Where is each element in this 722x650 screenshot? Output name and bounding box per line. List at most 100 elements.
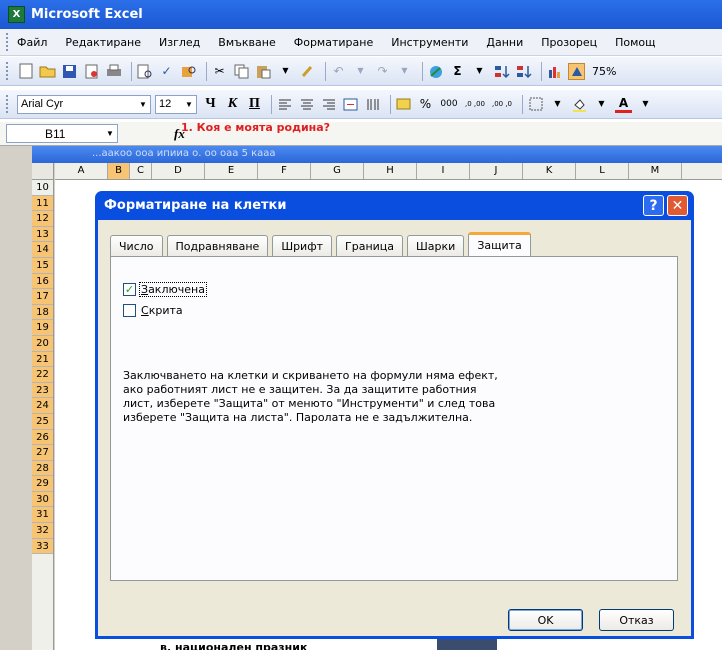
row-header-13[interactable]: 13 [32,226,53,243]
row-header-15[interactable]: 15 [32,257,53,274]
menu-format[interactable]: Форматиране [294,36,373,49]
borders-icon[interactable] [527,96,544,113]
column-header-h[interactable]: H [364,163,417,179]
zoom-level[interactable]: 75% [592,65,616,78]
column-header-d[interactable]: D [152,163,205,179]
redo-icon[interactable]: ↷ [374,63,391,80]
column-header-i[interactable]: I [417,163,470,179]
tab-font[interactable]: Шрифт [272,235,333,256]
row-header-19[interactable]: 19 [32,320,53,336]
row-header-10[interactable]: 10 [32,180,53,196]
font-size-combo[interactable]: 12 ▼ [155,94,197,114]
print-icon[interactable] [105,63,122,80]
format-painter-icon[interactable] [299,63,316,80]
save-icon[interactable] [61,63,78,80]
print-preview-icon[interactable] [136,63,153,80]
menu-help[interactable]: Помощ [615,36,655,49]
help-button[interactable]: ? [643,195,664,216]
bold-button[interactable]: Ч [201,95,220,114]
row-header-32[interactable]: 32 [32,523,53,539]
align-right-icon[interactable] [320,96,337,113]
fill-color-icon[interactable] [571,96,588,113]
sort-descending-icon[interactable] [515,63,532,80]
italic-button[interactable]: К [223,95,242,114]
menu-data[interactable]: Данни [486,36,523,49]
column-header-g[interactable]: G [311,163,364,179]
menu-file[interactable]: Файл [17,36,47,49]
dropdown-arrow-icon[interactable]: ▼ [352,63,369,80]
tab-protection[interactable]: Защита [468,232,531,256]
ok-button[interactable]: OK [508,609,583,631]
tab-patterns[interactable]: Шарки [407,235,465,256]
chevron-down-icon[interactable]: ▼ [182,96,196,113]
dropdown-arrow-icon[interactable]: ▼ [549,96,566,113]
increase-decimal-button[interactable]: ,0 ,00 [464,96,486,113]
row-header-22[interactable]: 22 [32,367,53,383]
hidden-checkbox-row[interactable]: Скрита [123,304,184,317]
row-header-26[interactable]: 26 [32,429,53,446]
cancel-button[interactable]: Отказ [599,609,674,631]
undo-icon[interactable]: ↶ [330,63,347,80]
cut-icon[interactable]: ✂ [211,63,228,80]
comma-style-button[interactable]: 000 [439,96,459,113]
align-left-icon[interactable] [276,96,293,113]
column-header-m[interactable]: M [629,163,682,179]
chevron-down-icon[interactable]: ▼ [103,125,117,142]
chevron-down-icon[interactable]: ▼ [136,96,150,113]
row-header-33[interactable]: 33 [32,538,53,555]
decrease-decimal-button[interactable]: ,00 ,0 [491,96,513,113]
currency-icon[interactable] [395,96,412,113]
row-header-11[interactable]: 11 [32,195,53,212]
toolbar-grip[interactable] [6,33,9,51]
permission-icon[interactable] [83,63,100,80]
locked-label[interactable]: Заключена [139,282,207,297]
select-all-corner[interactable] [32,163,54,180]
new-document-icon[interactable] [17,63,34,80]
copy-icon[interactable] [233,63,250,80]
row-header-27[interactable]: 27 [32,445,53,461]
row-header-18[interactable]: 18 [32,304,53,321]
chart-wizard-icon[interactable] [546,63,563,80]
row-header-16[interactable]: 16 [32,273,53,290]
sort-ascending-icon[interactable] [493,63,510,80]
toolbar-grip[interactable] [6,62,9,80]
research-icon[interactable] [180,63,197,80]
text-direction-icon[interactable] [364,96,381,113]
hidden-label[interactable]: Скрита [140,304,184,317]
locked-checkbox[interactable]: ✓ [123,283,136,296]
column-header-c[interactable]: C [130,163,152,179]
merge-center-icon[interactable] [342,96,359,113]
dropdown-arrow-icon[interactable]: ▼ [396,63,413,80]
menu-tools[interactable]: Инструменти [391,36,468,49]
menu-edit[interactable]: Редактиране [65,36,141,49]
toolbar-grip[interactable] [6,95,9,113]
locked-checkbox-row[interactable]: ✓ Заключена [123,282,207,297]
column-header-l[interactable]: L [576,163,629,179]
tab-number[interactable]: Число [110,235,163,256]
spelling-icon[interactable]: ✓ [158,63,175,80]
hyperlink-icon[interactable] [427,63,444,80]
underline-button[interactable]: П [245,95,264,114]
row-header-12[interactable]: 12 [32,211,53,227]
dropdown-arrow-icon[interactable]: ▼ [277,63,294,80]
row-header-21[interactable]: 21 [32,351,53,368]
name-box[interactable]: B11 ▼ [6,124,118,143]
align-center-icon[interactable] [298,96,315,113]
drawing-icon[interactable] [568,62,585,80]
row-header-14[interactable]: 14 [32,242,53,258]
dropdown-arrow-icon[interactable]: ▼ [593,96,610,113]
percent-style-button[interactable]: % [417,96,434,113]
row-header-23[interactable]: 23 [32,382,53,399]
hidden-checkbox[interactable] [123,304,136,317]
autosum-icon[interactable]: Σ [449,63,466,80]
column-header-j[interactable]: J [470,163,523,179]
row-header-30[interactable]: 30 [32,491,53,508]
paste-icon[interactable] [255,63,272,80]
dropdown-arrow-icon[interactable]: ▼ [471,63,488,80]
close-button[interactable]: ✕ [667,195,688,216]
column-header-k[interactable]: K [523,163,576,179]
column-header-a[interactable]: A [55,163,108,179]
column-header-b[interactable]: B [108,163,130,179]
open-folder-icon[interactable] [39,63,56,80]
font-color-icon[interactable]: A [615,96,632,113]
